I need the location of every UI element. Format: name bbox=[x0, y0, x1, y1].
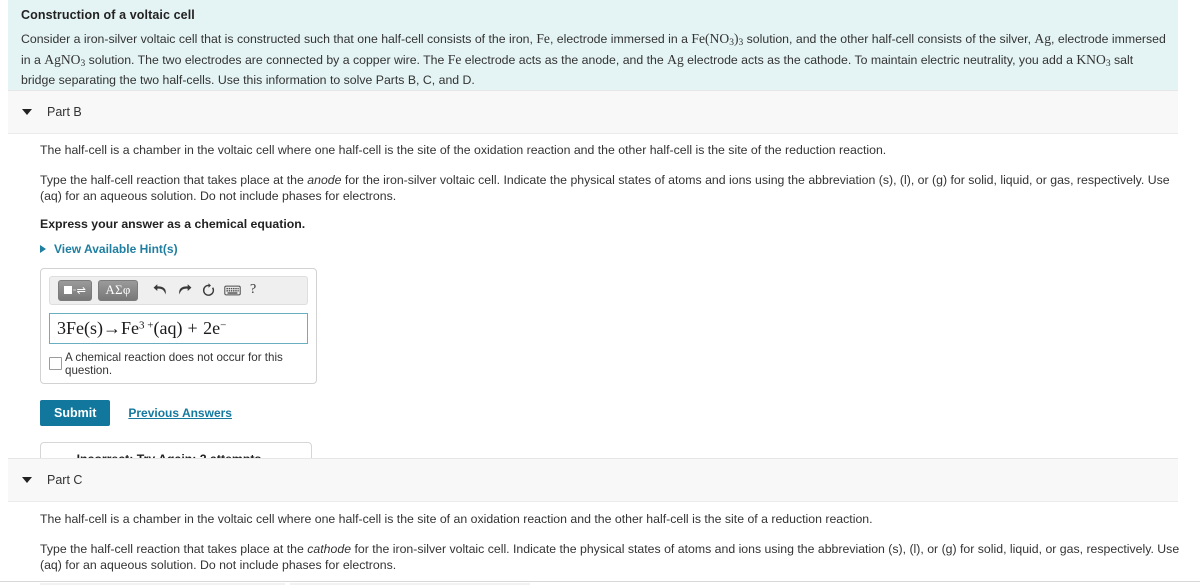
no-reaction-label[interactable]: A chemical reaction does not occur for t… bbox=[65, 351, 308, 377]
keyboard-icon[interactable] bbox=[220, 279, 244, 301]
eq-charge: 3 + bbox=[139, 319, 154, 332]
view-hints-link-b[interactable]: View Available Hint(s) bbox=[40, 242, 178, 256]
eq-product: Fe bbox=[121, 318, 139, 338]
part-c-header[interactable]: Part C bbox=[8, 458, 1178, 502]
page-title: Construction of a voltaic cell bbox=[21, 8, 195, 22]
intro-text-7: electrode acts as the cathode. To mainta… bbox=[683, 52, 1077, 67]
part-b-body: The half-cell is a chamber in the voltai… bbox=[40, 142, 1180, 490]
chem-fe: Fe bbox=[536, 31, 550, 46]
part-b-instruction: Type the half-cell reaction that takes p… bbox=[40, 172, 1180, 205]
chem-ag-2: Ag bbox=[667, 51, 684, 67]
intro-text-2: , electrode immersed in a bbox=[549, 32, 692, 46]
eq-arrow: → bbox=[103, 318, 121, 338]
template-icon[interactable]: ▫ ⇌ bbox=[58, 279, 92, 301]
part-c-definition: The half-cell is a chamber in the voltai… bbox=[40, 512, 873, 526]
part-b-title: Part B bbox=[47, 105, 82, 119]
intro-text-1: Consider a iron-silver voltaic cell that… bbox=[21, 32, 537, 46]
part-c-body: The half-cell is a chamber in the voltai… bbox=[40, 511, 1180, 585]
eq-electrons: 2e bbox=[203, 318, 221, 338]
part-c-instruction-a: Type the half-cell reaction that takes p… bbox=[40, 541, 308, 556]
problem-intro-box: Construction of a voltaic cell Consider … bbox=[8, 0, 1178, 101]
part-b-header[interactable]: Part B bbox=[8, 90, 1178, 134]
eq-plus: + bbox=[182, 318, 204, 338]
answer-widget-b: ▫ ⇌ ΑΣφ ? 3Fe(s)→Fe3 +(aq) + 2e− A chemi… bbox=[40, 267, 317, 384]
part-b-instruction-a: Type the half-cell reaction that takes p… bbox=[40, 172, 308, 187]
no-reaction-row-b[interactable]: A chemical reaction does not occur for t… bbox=[49, 351, 308, 377]
intro-text-6: electrode acts as the anode, and the bbox=[461, 52, 668, 67]
view-hints-label-b: View Available Hint(s) bbox=[54, 241, 178, 256]
undo-icon[interactable] bbox=[148, 279, 172, 301]
submit-row-b: Submit Previous Answers bbox=[40, 399, 1180, 426]
greek-symbols-icon[interactable]: ΑΣφ bbox=[98, 279, 138, 301]
bottom-cutoff-strip bbox=[0, 581, 1200, 585]
no-reaction-checkbox[interactable] bbox=[49, 357, 62, 370]
chem-ag: Ag bbox=[1034, 31, 1052, 46]
eq-reactant: 3Fe(s) bbox=[57, 318, 103, 338]
part-c-cathode-emphasis: cathode bbox=[307, 541, 352, 556]
intro-text-3: solution, and the other half-cell consis… bbox=[743, 32, 1035, 46]
answer-input-b[interactable]: 3Fe(s)→Fe3 +(aq) + 2e− bbox=[49, 312, 308, 344]
question-page: Construction of a voltaic cell Consider … bbox=[0, 0, 1200, 585]
square-glyph bbox=[64, 286, 73, 294]
part-b-definition: The half-cell is a chamber in the voltai… bbox=[40, 143, 887, 157]
problem-statement: Consider a iron-silver voltaic cell that… bbox=[21, 31, 1168, 89]
part-c-instruction: Type the half-cell reaction that takes p… bbox=[40, 541, 1180, 574]
chem-fe-2: Fe bbox=[447, 51, 462, 67]
chevron-right-icon bbox=[40, 244, 46, 253]
chevron-down-icon-c[interactable] bbox=[22, 477, 32, 483]
part-c-title: Part C bbox=[47, 473, 83, 487]
previous-answers-link[interactable]: Previous Answers bbox=[128, 406, 232, 420]
math-toolbar-b: ▫ ⇌ ΑΣφ ? bbox=[49, 275, 308, 305]
part-b-anode-emphasis: anode bbox=[307, 172, 342, 187]
equilibrium-arrows-glyph: ⇌ bbox=[76, 284, 86, 297]
chem-silver-nitrate: AgNO3 bbox=[44, 51, 86, 69]
answer-equation-b: 3Fe(s)→Fe3 +(aq) + 2e− bbox=[57, 319, 226, 337]
chem-iron-nitrate: Fe(NO3)3 bbox=[691, 31, 744, 49]
reset-icon[interactable] bbox=[196, 279, 220, 301]
help-icon[interactable]: ? bbox=[250, 282, 256, 298]
intro-text-5: solution. The two electrodes are connect… bbox=[85, 52, 448, 67]
eq-electron-charge: − bbox=[220, 319, 227, 332]
chem-potassium-nitrate: KNO3 bbox=[1076, 51, 1111, 69]
superscript-glyph: ▫ bbox=[73, 286, 76, 294]
redo-icon[interactable] bbox=[172, 279, 196, 301]
chevron-down-icon[interactable] bbox=[22, 109, 32, 115]
submit-button[interactable]: Submit bbox=[40, 399, 111, 426]
part-b-express: Express your answer as a chemical equati… bbox=[40, 216, 306, 231]
eq-state: (aq) bbox=[153, 318, 183, 338]
